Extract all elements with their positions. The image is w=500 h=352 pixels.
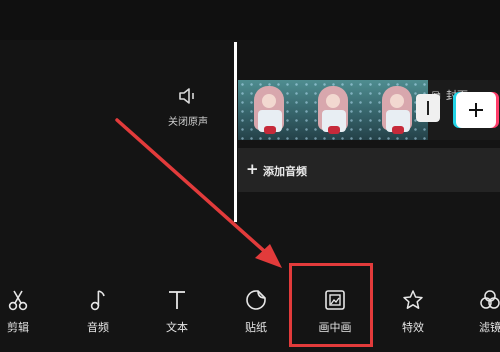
text-t-icon xyxy=(169,291,185,309)
music-note-icon xyxy=(90,290,105,311)
toolbar-label: 贴纸 xyxy=(245,321,267,334)
toolbar-item-edit[interactable]: 剪辑 xyxy=(0,282,48,352)
toolbar-item-sticker[interactable]: 贴纸 xyxy=(226,282,286,352)
star-effects-icon xyxy=(403,290,423,309)
toolbar-label: 滤镜 xyxy=(479,321,500,334)
toolbar-item-text[interactable]: 文本 xyxy=(147,282,207,352)
toolbar-item-effects[interactable]: 特效 xyxy=(383,282,443,352)
filter-icon xyxy=(480,290,500,309)
toolbar-item-filter[interactable]: 滤镜 xyxy=(460,282,500,352)
sticker-icon xyxy=(246,290,266,310)
bottom-toolbar: 剪辑 音频 文本 贴纸 画中画 特效 滤镜 xyxy=(0,282,500,352)
annotation-highlight-box xyxy=(289,263,373,347)
toolbar-label: 文本 xyxy=(166,321,188,334)
scissors-icon xyxy=(8,290,28,311)
toolbar-label: 特效 xyxy=(402,321,424,334)
toolbar-item-audio[interactable]: 音频 xyxy=(68,282,128,352)
toolbar-label: 剪辑 xyxy=(7,321,29,334)
toolbar-label: 音频 xyxy=(87,321,109,334)
